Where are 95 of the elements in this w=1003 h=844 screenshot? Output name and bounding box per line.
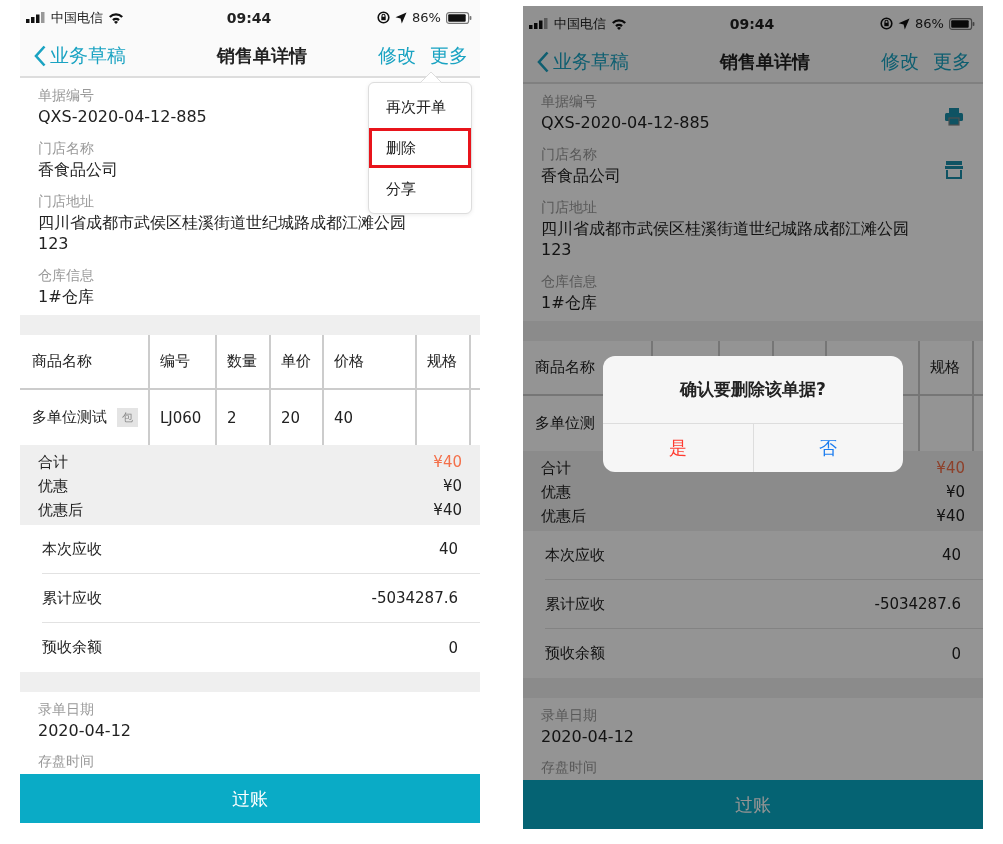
- receivable-label: 累计应收: [545, 594, 605, 614]
- rotation-lock-icon: [377, 11, 391, 24]
- nav-action-link[interactable]: 修改: [881, 48, 919, 75]
- receivable-label: 累计应收: [42, 588, 102, 608]
- summary-label: 合计: [38, 452, 68, 473]
- field-value: 2020-04-12: [541, 726, 634, 747]
- summary-label: 优惠: [541, 482, 571, 503]
- clock-time: 09:44: [226, 9, 272, 26]
- field-value: 1#仓库: [541, 292, 597, 313]
- receivable-amount: 40: [438, 540, 458, 558]
- dialog-button[interactable]: 是: [603, 424, 753, 472]
- battery-icon: [949, 17, 975, 30]
- summary-amount: ¥40: [433, 452, 462, 473]
- table-header-cell: 数量: [227, 352, 257, 371]
- back-button[interactable]: 业务草稿: [34, 42, 126, 69]
- receivable-amount: -5034287.6: [371, 589, 458, 607]
- field-label: 单据编号: [38, 86, 94, 105]
- field-value: 2020-04-12: [38, 720, 131, 741]
- back-button[interactable]: 业务草稿: [537, 48, 629, 75]
- receivable-label: 预收余额: [42, 638, 102, 657]
- field-value: 香食品公司: [38, 159, 118, 180]
- summary-amount: ¥40: [936, 458, 965, 479]
- field-label: 录单日期: [541, 706, 597, 725]
- field-value: QXS-2020-04-12-885: [541, 112, 710, 133]
- menu-item[interactable]: 再次开单: [369, 87, 471, 127]
- carrier-name: 中国电信: [51, 8, 103, 27]
- table-cell: 多单位测: [535, 414, 595, 433]
- field-label: 存盘时间: [38, 752, 94, 771]
- rotation-lock-icon: [880, 17, 894, 30]
- summary-amount: ¥40: [936, 506, 965, 527]
- receivable-label: 本次应收: [545, 545, 605, 565]
- table-cell: 20: [281, 408, 301, 427]
- summary-label: 优惠后: [38, 500, 83, 521]
- battery-icon: [446, 11, 472, 24]
- post-button[interactable]: 过账: [523, 780, 983, 829]
- receivable-amount: 0: [448, 638, 458, 657]
- field-label: 仓库信息: [38, 266, 94, 285]
- field-value: QXS-2020-04-12-885: [38, 106, 207, 127]
- dialog-message: 确认要删除该单据?: [678, 378, 827, 401]
- carrier-name: 中国电信: [554, 14, 606, 33]
- summary-amount: ¥0: [442, 476, 462, 497]
- nav-action-link[interactable]: 更多: [430, 42, 468, 69]
- store-icon[interactable]: [945, 160, 963, 179]
- table-header-cell: 商品名称: [32, 352, 92, 371]
- table-header-cell: 商品名称: [535, 358, 595, 377]
- field-value: 四川省成都市武侯区桂溪街道世纪城路成都江滩公园123: [38, 212, 407, 254]
- unit-tag: 包: [117, 408, 138, 427]
- table-header-cell: 规格: [930, 358, 960, 377]
- wifi-icon: [108, 11, 124, 24]
- battery-percent: 86%: [412, 10, 441, 25]
- dialog-button[interactable]: 否: [752, 424, 903, 472]
- signal-icon: [26, 12, 46, 23]
- field-label: 单据编号: [541, 92, 597, 111]
- printer-icon[interactable]: [945, 107, 963, 126]
- summary-amount: ¥0: [945, 482, 965, 503]
- table-header-cell: 规格: [427, 352, 457, 371]
- wifi-icon: [611, 17, 627, 30]
- summary-label: 优惠后: [541, 506, 586, 527]
- post-button[interactable]: 过账: [20, 774, 480, 823]
- location-arrow-icon: [898, 17, 911, 30]
- field-value: 1#仓库: [38, 286, 94, 307]
- table-header-cell: 价格: [334, 352, 364, 371]
- back-chevron-icon: [34, 44, 46, 67]
- clock-time: 09:44: [729, 15, 775, 32]
- receivable-amount: -5034287.6: [874, 595, 961, 613]
- menu-item[interactable]: 分享: [369, 169, 471, 209]
- receivable-amount: 40: [941, 546, 961, 564]
- nav-action-link[interactable]: 更多: [933, 48, 971, 75]
- field-label: 门店地址: [38, 192, 94, 211]
- receivable-label: 本次应收: [42, 539, 102, 559]
- location-arrow-icon: [395, 11, 408, 24]
- receivable-amount: 0: [951, 644, 961, 663]
- field-value: 香食品公司: [541, 165, 621, 186]
- signal-icon: [529, 18, 549, 29]
- table-cell: 2: [227, 408, 237, 427]
- summary-label: 合计: [541, 458, 571, 479]
- table-cell: LJ060: [160, 408, 202, 427]
- page-title: 销售单详情: [217, 43, 307, 68]
- page-title: 销售单详情: [720, 49, 810, 74]
- table-cell: 多单位测试: [32, 408, 107, 427]
- nav-action-link[interactable]: 修改: [378, 42, 416, 69]
- table-header-cell: 单价: [281, 352, 311, 371]
- summary-label: 优惠: [38, 476, 68, 497]
- field-label: 存盘时间: [541, 758, 597, 777]
- receivable-label: 预收余额: [545, 644, 605, 663]
- field-label: 录单日期: [38, 700, 94, 719]
- battery-percent: 86%: [915, 16, 944, 31]
- field-label: 门店名称: [38, 139, 94, 158]
- field-value: 四川省成都市武侯区桂溪街道世纪城路成都江滩公园123: [541, 218, 910, 260]
- menu-item[interactable]: 删除: [369, 128, 471, 168]
- table-cell: 40: [334, 408, 354, 427]
- field-label: 仓库信息: [541, 272, 597, 291]
- back-chevron-icon: [537, 50, 549, 73]
- table-header-cell: 编号: [160, 352, 190, 371]
- summary-amount: ¥40: [433, 500, 462, 521]
